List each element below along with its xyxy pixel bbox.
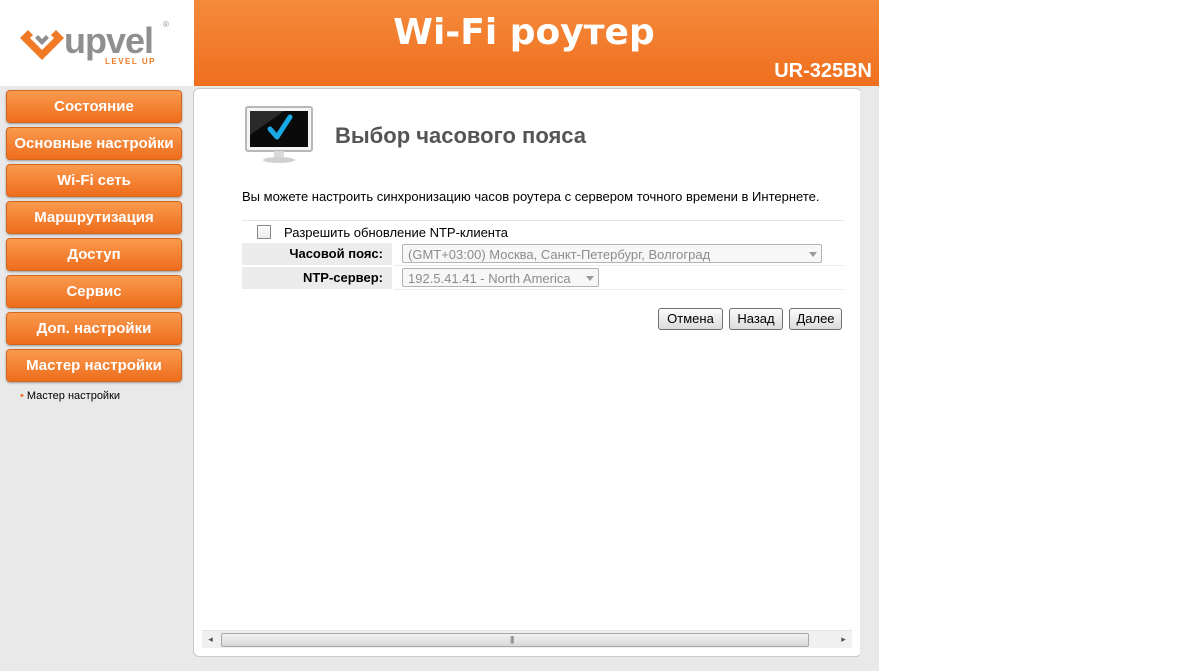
logo-tagline: LEVEL UP [105, 57, 156, 66]
bullet-icon: • [20, 390, 24, 402]
nav-subitem-label: Мастер настройки [26, 390, 121, 402]
upvel-logo-icon [20, 30, 64, 60]
nav-item-service[interactable]: Сервис [6, 275, 182, 308]
scroll-thumb[interactable]: ||| [221, 633, 809, 647]
ntp-server-select[interactable]: 192.5.41.41 - North America [402, 268, 599, 287]
frame-edge [860, 88, 879, 671]
nav-item-wizard[interactable]: Мастер настройки [6, 349, 182, 382]
timezone-label: Часовой пояс: [242, 243, 392, 265]
ntp-server-label: NTP-сервер: [242, 267, 392, 289]
header-bar: upvel ® LEVEL UP Wi-Fi роутер UR-325BN [0, 0, 879, 86]
divider [242, 220, 844, 221]
nav-item-status[interactable]: Состояние [6, 90, 182, 123]
nav-item-advanced[interactable]: Доп. настройки [6, 312, 182, 345]
nav-item-access[interactable]: Доступ [6, 238, 182, 271]
cancel-button[interactable]: Отмена [658, 308, 723, 330]
timezone-select[interactable]: (GMT+03:00) Москва, Санкт-Петербург, Вол… [402, 244, 822, 263]
ntp-enable-label: Разрешить обновление NTP-клиента [284, 225, 509, 240]
timezone-value: (GMT+03:00) Москва, Санкт-Петербург, Вол… [408, 247, 711, 262]
main-content-panel: Выбор часового пояса Вы можете настроить… [193, 88, 862, 657]
logo: upvel ® LEVEL UP [0, 0, 194, 86]
page-description: Вы можете настроить синхронизацию часов … [242, 189, 820, 204]
timezone-row: Часовой пояс: (GMT+03:00) Москва, Санкт-… [242, 243, 844, 266]
model-name: UR-325BN [774, 60, 872, 82]
chevron-down-icon [586, 276, 594, 281]
sidebar-nav: Состояние Основные настройки Wi-Fi сеть … [0, 86, 191, 671]
ntp-server-row: NTP-сервер: 192.5.41.41 - North America [242, 267, 844, 290]
ntp-enable-checkbox[interactable] [257, 225, 271, 239]
ntp-server-value: 192.5.41.41 - North America [408, 271, 571, 286]
grip-icon: ||| [510, 635, 514, 644]
router-admin-frame: upvel ® LEVEL UP Wi-Fi роутер UR-325BN С… [0, 0, 879, 671]
scroll-left-arrow-icon[interactable]: ◂ [202, 631, 219, 648]
chevron-down-icon [809, 252, 817, 257]
next-button[interactable]: Далее [789, 308, 842, 330]
scroll-right-arrow-icon[interactable]: ▸ [835, 631, 852, 648]
nav-item-basic-settings[interactable]: Основные настройки [6, 127, 182, 160]
logo-text: upvel [64, 20, 154, 61]
logo-registered-mark: ® [163, 20, 169, 29]
header-title: Wi-Fi роутер [393, 12, 655, 53]
page-title: Выбор часового пояса [335, 123, 587, 148]
monitor-check-icon [245, 106, 313, 163]
back-button[interactable]: Назад [729, 308, 783, 330]
nav-item-routing[interactable]: Маршрутизация [6, 201, 182, 234]
horizontal-scrollbar[interactable]: ◂ ||| ▸ [202, 630, 852, 648]
nav-item-wifi[interactable]: Wi-Fi сеть [6, 164, 182, 197]
nav-subitem-wizard[interactable]: • Мастер настройки [20, 390, 120, 402]
